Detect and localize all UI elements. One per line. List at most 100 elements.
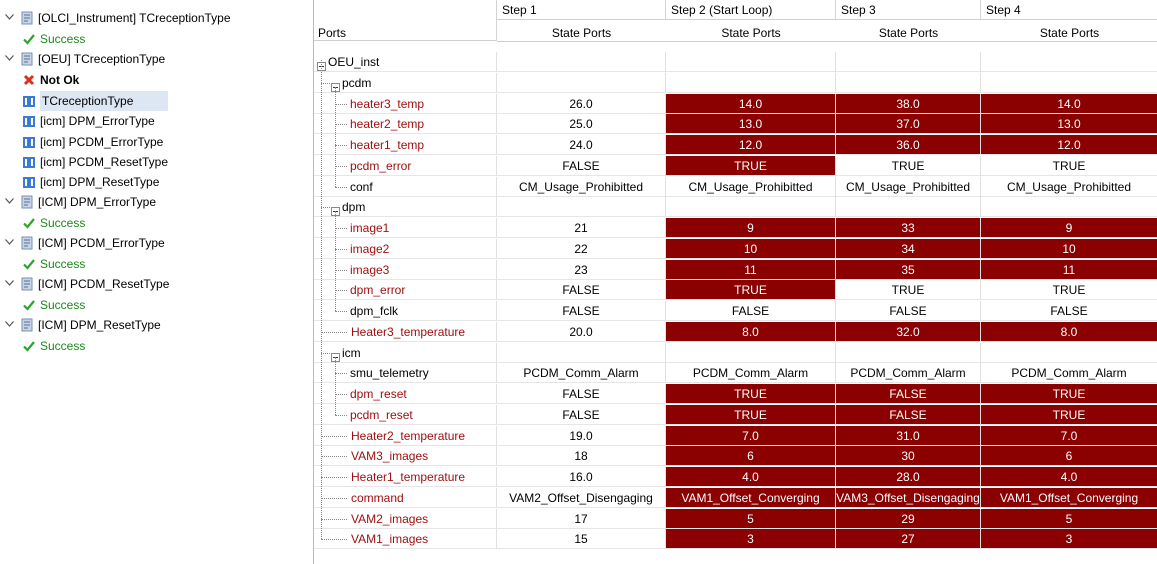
table-row[interactable]: Heater1_temperature 16.0 4.0 28.0 4.0 bbox=[314, 467, 1157, 487]
collapse-minus-icon[interactable] bbox=[331, 202, 340, 216]
step-4-value-cell[interactable]: 5 bbox=[981, 509, 1157, 529]
step-1-value-cell[interactable] bbox=[497, 197, 666, 217]
step-2-value-cell[interactable]: 13.0 bbox=[666, 114, 836, 134]
step-4-value-cell[interactable] bbox=[981, 52, 1157, 72]
table-row[interactable]: heater1_temp 24.0 12.0 36.0 12.0 bbox=[314, 135, 1157, 155]
step-1-value-cell[interactable]: FALSE bbox=[497, 301, 666, 321]
step-4-value-cell[interactable]: 12.0 bbox=[981, 135, 1157, 155]
step-1-value-cell[interactable]: VAM2_Offset_Disengaging bbox=[497, 488, 666, 508]
step-2-value-cell[interactable]: VAM1_Offset_Converging bbox=[666, 488, 836, 508]
chevron-down-icon[interactable] bbox=[4, 49, 16, 69]
step-1-value-cell[interactable]: CM_Usage_Prohibitted bbox=[497, 177, 666, 197]
step-1-value-cell[interactable]: 20.0 bbox=[497, 322, 666, 342]
step-3-value-cell[interactable]: TRUE bbox=[836, 280, 981, 300]
step-4-value-cell[interactable]: PCDM_Comm_Alarm bbox=[981, 363, 1157, 383]
tree-item[interactable]: Success bbox=[0, 213, 300, 233]
step-4-value-cell[interactable]: TRUE bbox=[981, 405, 1157, 425]
collapse-minus-icon[interactable] bbox=[331, 78, 340, 92]
tree-item[interactable]: [icm] DPM_ResetType bbox=[0, 172, 300, 192]
tree-item[interactable]: [icm] PCDM_ErrorType bbox=[0, 132, 300, 152]
step-2-value-cell[interactable]: FALSE bbox=[666, 301, 836, 321]
table-row[interactable]: pcdm_error FALSE TRUE TRUE TRUE bbox=[314, 156, 1157, 176]
tree-item[interactable]: TCreceptionType bbox=[23, 91, 168, 111]
step-2-value-cell[interactable] bbox=[666, 343, 836, 363]
step-2-value-cell[interactable]: PCDM_Comm_Alarm bbox=[666, 363, 836, 383]
step-1-value-cell[interactable]: 15 bbox=[497, 529, 666, 549]
step-3-value-cell[interactable]: CM_Usage_Prohibitted bbox=[836, 177, 981, 197]
step-3-value-cell[interactable]: VAM3_Offset_Disengaging bbox=[836, 488, 981, 508]
step-3-value-cell[interactable]: 31.0 bbox=[836, 426, 981, 446]
tree-item[interactable]: [OLCI_Instrument] TCreceptionType bbox=[0, 8, 300, 28]
step-3-value-cell[interactable]: 34 bbox=[836, 239, 981, 259]
step-3-value-cell[interactable] bbox=[836, 52, 981, 72]
step-1-value-cell[interactable] bbox=[497, 73, 666, 93]
table-row[interactable]: VAM1_images 15 3 27 3 bbox=[314, 529, 1157, 549]
step-3-value-cell[interactable]: 37.0 bbox=[836, 114, 981, 134]
tree-item[interactable]: Success bbox=[0, 336, 300, 356]
step-2-value-cell[interactable]: CM_Usage_Prohibitted bbox=[666, 177, 836, 197]
step-2-value-cell[interactable] bbox=[666, 52, 836, 72]
step-2-value-cell[interactable]: 4.0 bbox=[666, 467, 836, 487]
step-1-value-cell[interactable]: FALSE bbox=[497, 405, 666, 425]
table-row[interactable]: dpm_error FALSE TRUE TRUE TRUE bbox=[314, 280, 1157, 300]
step-2-value-cell[interactable]: 10 bbox=[666, 239, 836, 259]
step-3-value-cell[interactable]: 27 bbox=[836, 529, 981, 549]
step-2-value-cell[interactable]: TRUE bbox=[666, 384, 836, 404]
step-1-value-cell[interactable] bbox=[497, 52, 666, 72]
step-1-value-cell[interactable]: 22 bbox=[497, 239, 666, 259]
step-2-value-cell[interactable] bbox=[666, 73, 836, 93]
tree-item[interactable]: [OEU] TCreceptionType bbox=[0, 49, 300, 69]
step-4-value-cell[interactable] bbox=[981, 197, 1157, 217]
table-row[interactable]: VAM2_images 17 5 29 5 bbox=[314, 509, 1157, 529]
step-2-value-cell[interactable]: TRUE bbox=[666, 280, 836, 300]
step-1-value-cell[interactable]: 21 bbox=[497, 218, 666, 238]
step-3-value-cell[interactable]: 28.0 bbox=[836, 467, 981, 487]
step-2-value-cell[interactable]: TRUE bbox=[666, 405, 836, 425]
collapse-minus-icon[interactable] bbox=[331, 348, 340, 362]
tree-item[interactable]: [icm] DPM_ErrorType bbox=[0, 111, 300, 131]
table-row[interactable]: Heater3_temperature 20.0 8.0 32.0 8.0 bbox=[314, 322, 1157, 342]
step-3-value-cell[interactable]: FALSE bbox=[836, 301, 981, 321]
step-1-value-cell[interactable] bbox=[497, 343, 666, 363]
step-4-value-cell[interactable]: 6 bbox=[981, 446, 1157, 466]
table-row[interactable]: OEU_inst bbox=[314, 52, 1157, 72]
step-4-value-cell[interactable]: 8.0 bbox=[981, 322, 1157, 342]
chevron-down-icon[interactable] bbox=[4, 315, 16, 335]
table-row[interactable]: Heater2_temperature 19.0 7.0 31.0 7.0 bbox=[314, 426, 1157, 446]
table-row[interactable]: heater2_temp 25.0 13.0 37.0 13.0 bbox=[314, 114, 1157, 134]
step-1-value-cell[interactable]: 23 bbox=[497, 260, 666, 280]
step-1-value-cell[interactable]: 18 bbox=[497, 446, 666, 466]
tree-item[interactable]: Not Ok bbox=[0, 70, 300, 90]
step-1-value-cell[interactable]: FALSE bbox=[497, 384, 666, 404]
chevron-down-icon[interactable] bbox=[4, 192, 16, 212]
step-3-value-cell[interactable]: TRUE bbox=[836, 156, 981, 176]
step-3-value-cell[interactable]: FALSE bbox=[836, 405, 981, 425]
step-3-value-cell[interactable]: 36.0 bbox=[836, 135, 981, 155]
step-2-value-cell[interactable]: 14.0 bbox=[666, 94, 836, 114]
chevron-down-icon[interactable] bbox=[4, 274, 16, 294]
tree-item[interactable]: Success bbox=[0, 29, 300, 49]
step-3-value-cell[interactable]: 38.0 bbox=[836, 94, 981, 114]
tree-item[interactable]: [ICM] PCDM_ResetType bbox=[0, 274, 300, 294]
step-2-value-cell[interactable] bbox=[666, 197, 836, 217]
step-3-value-cell[interactable] bbox=[836, 73, 981, 93]
table-row[interactable]: image3 23 11 35 11 bbox=[314, 260, 1157, 280]
step-3-value-cell[interactable] bbox=[836, 343, 981, 363]
step-2-header[interactable]: Step 2 (Start Loop) bbox=[666, 0, 836, 20]
step-2-value-cell[interactable]: 8.0 bbox=[666, 322, 836, 342]
table-row[interactable]: pcdm_reset FALSE TRUE FALSE TRUE bbox=[314, 405, 1157, 425]
table-row[interactable]: image2 22 10 34 10 bbox=[314, 239, 1157, 259]
step-4-value-cell[interactable]: TRUE bbox=[981, 384, 1157, 404]
step-3-value-cell[interactable]: 35 bbox=[836, 260, 981, 280]
step-1-value-cell[interactable]: 25.0 bbox=[497, 114, 666, 134]
step-4-value-cell[interactable]: 11 bbox=[981, 260, 1157, 280]
tree-item[interactable]: [ICM] DPM_ResetType bbox=[0, 315, 300, 335]
table-row[interactable]: dpm bbox=[314, 197, 1157, 217]
chevron-down-icon[interactable] bbox=[4, 8, 16, 28]
step-3-value-cell[interactable]: 32.0 bbox=[836, 322, 981, 342]
table-row[interactable]: VAM3_images 18 6 30 6 bbox=[314, 446, 1157, 466]
step-3-header[interactable]: Step 3 bbox=[836, 0, 981, 20]
step-3-value-cell[interactable]: FALSE bbox=[836, 384, 981, 404]
step-2-value-cell[interactable]: TRUE bbox=[666, 156, 836, 176]
tree-item[interactable]: Success bbox=[0, 295, 300, 315]
